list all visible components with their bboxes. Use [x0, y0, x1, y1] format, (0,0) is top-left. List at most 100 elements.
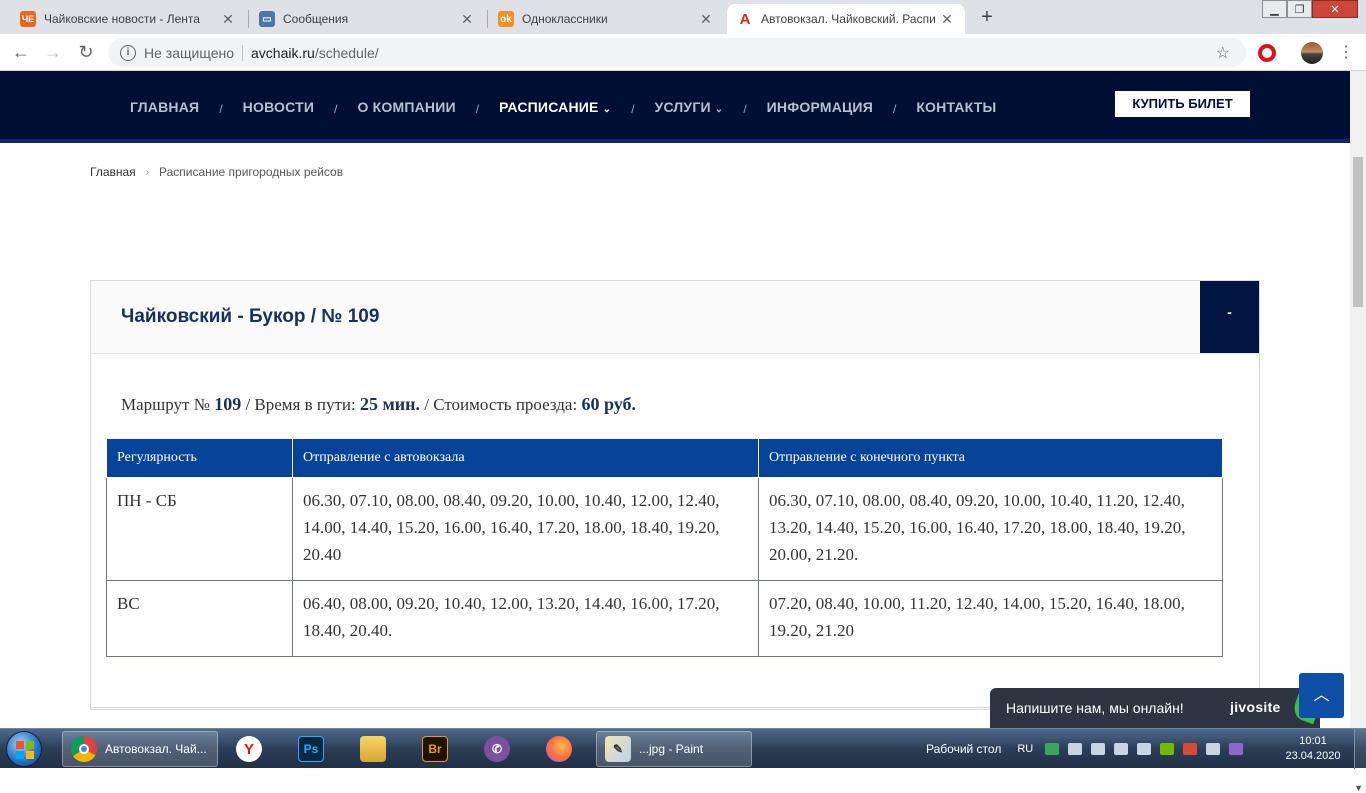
menu-separator: /: [743, 102, 747, 116]
tab-odnoklassniki[interactable]: ok Одноклассники ✕: [488, 4, 724, 34]
menu-item-schedule[interactable]: РАСПИСАНИЕ ⌄: [499, 99, 611, 115]
desktop-toolbar-label[interactable]: Рабочий стол: [926, 742, 1001, 756]
schedule-table: Регулярность Отправление с автовокзала О…: [106, 439, 1223, 657]
address-bar[interactable]: i Не защищено avchaik.ru/schedule/ ☆: [108, 38, 1246, 67]
travel-time-value: 25 мин.: [360, 394, 421, 414]
vk-icon: ▭: [259, 11, 275, 27]
chat-prompt-text: Напишите нам, мы онлайн!: [1006, 700, 1184, 716]
clock-time: 10:01: [1299, 735, 1327, 747]
shield-icon[interactable]: [1045, 743, 1060, 755]
tab-news[interactable]: ЧЕ Чайковские новости - Лента ✕: [10, 4, 246, 34]
new-tab-button[interactable]: +: [976, 6, 998, 28]
menu-item-information[interactable]: ИНФОРМАЦИЯ: [767, 99, 873, 115]
taskbar-yandex-button[interactable]: Y: [236, 731, 266, 767]
breadcrumb-home-link[interactable]: Главная: [90, 165, 136, 179]
address-divider: [242, 44, 243, 61]
info-icon[interactable]: i: [120, 44, 136, 61]
firefox-icon: [546, 736, 572, 762]
close-icon[interactable]: ✕: [939, 11, 955, 28]
news-favicon-icon: ЧЕ: [20, 11, 36, 27]
usb-device-icon[interactable]: [1183, 743, 1198, 755]
windows-logo-icon: [16, 741, 34, 759]
monitor-icon[interactable]: [1091, 743, 1106, 755]
route-card-header[interactable]: Чайковский - Букор / № 109 -: [91, 281, 1259, 354]
nvidia-icon[interactable]: [1160, 743, 1175, 755]
taskbar-explorer-button[interactable]: [360, 731, 390, 767]
collapse-toggle-button[interactable]: -: [1200, 281, 1259, 353]
taskbar-viber-button[interactable]: ✆: [484, 731, 514, 767]
menu-item-services[interactable]: УСЛУГИ ⌄: [655, 99, 724, 115]
site-header: ГЛАВНАЯ / НОВОСТИ / О КОМПАНИИ / РАСПИСА…: [0, 71, 1350, 143]
taskbar-bridge-button[interactable]: Br: [422, 731, 452, 767]
viber-tray-icon[interactable]: [1229, 743, 1244, 755]
tab-label: Сообщения: [283, 12, 349, 26]
buy-ticket-button[interactable]: КУПИТЬ БИЛЕТ: [1115, 91, 1250, 117]
taskbar-photoshop-button[interactable]: Ps: [298, 731, 328, 767]
clock-date: 23.04.2020: [1285, 750, 1341, 762]
volume-icon[interactable]: [1137, 743, 1152, 755]
start-button[interactable]: [6, 731, 42, 767]
departures-station-cell: 06.30, 07.10, 08.00, 08.40, 09.20, 10.00…: [292, 476, 759, 581]
network-signal-icon[interactable]: [1206, 743, 1221, 755]
ok-icon: ok: [498, 11, 514, 27]
minimize-button[interactable]: ▁: [1262, 0, 1287, 18]
route-title: Чайковский - Букор / № 109: [121, 306, 380, 327]
tab-messages[interactable]: ▭ Сообщения ✕: [249, 4, 485, 34]
language-indicator[interactable]: RU: [1017, 743, 1033, 755]
back-button[interactable]: ←: [9, 40, 33, 64]
forward-button[interactable]: →: [41, 40, 65, 64]
maximize-button[interactable]: ❐: [1287, 0, 1312, 18]
show-desktop-button[interactable]: [1354, 729, 1366, 769]
menu-item-home[interactable]: ГЛАВНАЯ: [130, 99, 199, 115]
viber-icon: ✆: [484, 736, 510, 762]
travel-time-label: / Время в пути:: [245, 395, 356, 414]
table-row: ПН - СБ 06.30, 07.10, 08.00, 08.40, 09.2…: [106, 476, 1223, 581]
url-host: avchaik.ru: [251, 44, 315, 61]
bookmark-star-icon[interactable]: ☆: [1216, 43, 1230, 63]
paint-icon: ✎: [605, 736, 631, 762]
tab-label: Чайковские новости - Лента: [44, 12, 200, 26]
menu-separator: /: [219, 102, 223, 116]
taskbar-label: ...jpg - Paint: [639, 742, 704, 756]
reload-button[interactable]: ↻: [74, 40, 98, 64]
online-chat-widget[interactable]: Напишите нам, мы онлайн! jivosite: [990, 687, 1324, 728]
menu-item-about[interactable]: О КОМПАНИИ: [357, 99, 455, 115]
departures-terminal-cell: 07.20, 08.40, 10.00, 11.20, 12.40, 14.00…: [758, 579, 1223, 657]
tab-label: Одноклассники: [522, 12, 608, 26]
browser-menu-icon[interactable]: ⋮: [1338, 42, 1354, 62]
close-icon[interactable]: ✕: [220, 11, 236, 28]
menu-item-label: УСЛУГИ: [654, 99, 711, 115]
main-menu: ГЛАВНАЯ / НОВОСТИ / О КОМПАНИИ / РАСПИСА…: [130, 71, 996, 143]
tab-label: Автовокзал. Чайковский. Распи: [761, 12, 936, 26]
menu-separator: /: [631, 102, 635, 116]
photoshop-icon: Ps: [298, 736, 324, 762]
chevron-down-icon: ⌄: [714, 104, 724, 115]
keyboard-icon[interactable]: [1068, 743, 1083, 755]
browser-toolbar: ← → ↻ i Не защищено avchaik.ru/schedule/…: [0, 34, 1366, 71]
table-header-row: Регулярность Отправление с автовокзала О…: [106, 439, 1223, 478]
scroll-down-arrow-icon[interactable]: ▼: [1354, 783, 1363, 793]
folder-icon: [360, 736, 386, 762]
page-scrollbar[interactable]: ▼: [1350, 71, 1366, 793]
close-icon[interactable]: ✕: [459, 11, 475, 28]
window-close-button[interactable]: ✕: [1312, 0, 1358, 18]
menu-item-news[interactable]: НОВОСТИ: [243, 99, 314, 115]
taskbar-chrome-button[interactable]: Автовокзал. Чай...: [62, 731, 218, 767]
menu-item-contacts[interactable]: КОНТАКТЫ: [916, 99, 996, 115]
windows-taskbar: Автовокзал. Чай... Y Ps Br ✆ ✎ ...jpg - …: [0, 728, 1366, 769]
scroll-to-top-button[interactable]: ︿: [1299, 673, 1344, 718]
opera-extension-icon[interactable]: [1258, 44, 1276, 62]
fare-value: 60 руб.: [581, 394, 636, 414]
taskbar-clock[interactable]: 10:01 23.04.2020: [1283, 734, 1343, 764]
tab-bus-station[interactable]: A Автовокзал. Чайковский. Распи ✕: [727, 4, 965, 34]
action-center-flag-icon[interactable]: [1114, 743, 1129, 755]
table-row: ВС 06.40, 08.00, 09.20, 10.40, 12.00, 13…: [106, 579, 1223, 657]
menu-item-label: РАСПИСАНИЕ: [499, 99, 599, 115]
close-icon[interactable]: ✕: [698, 11, 714, 28]
taskbar-paint-button[interactable]: ✎ ...jpg - Paint: [596, 731, 752, 767]
profile-avatar[interactable]: [1301, 42, 1323, 64]
taskbar-firefox-button[interactable]: [546, 731, 576, 767]
departures-station-cell: 06.40, 08.00, 09.20, 10.40, 12.00, 13.20…: [292, 579, 759, 657]
url-text: avchaik.ru/schedule/: [251, 45, 379, 61]
scrollbar-thumb[interactable]: [1353, 157, 1363, 307]
